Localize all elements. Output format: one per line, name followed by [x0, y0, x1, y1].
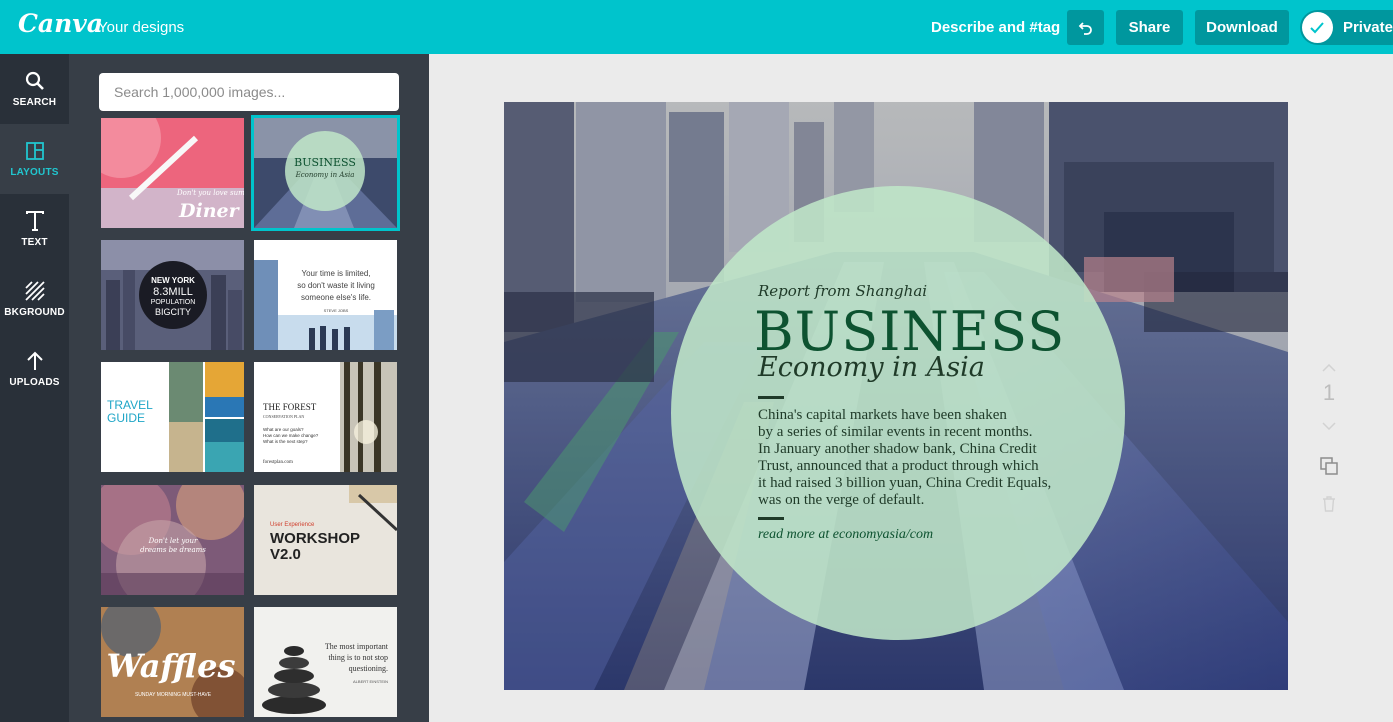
layouts-panel: Don't you love summer? Diner BUSINESS Ec…	[69, 54, 429, 722]
design-subtitle[interactable]: Economy in Asia	[758, 352, 985, 383]
design-page[interactable]: Report from Shanghai BUSINESS Economy in…	[504, 102, 1288, 690]
forest-q3: What is the next step?	[263, 439, 308, 444]
quote-l1: Your time is limited,	[301, 269, 370, 278]
design-kicker[interactable]: Report from Shanghai	[758, 282, 927, 300]
share-button[interactable]: Share	[1116, 10, 1183, 45]
move-page-down-icon[interactable]	[1319, 416, 1339, 436]
dreams-l1: Don't let your	[148, 537, 198, 545]
layout-thumb-stones[interactable]: The most important thing is to not stop …	[254, 607, 397, 717]
canvas-workspace: Report from Shanghai BUSINESS Economy in…	[429, 54, 1393, 722]
stones-l1: The most important	[325, 642, 389, 651]
describe-and-tag-link[interactable]: Describe and #tag	[931, 19, 1060, 36]
nav-search-label: SEARCH	[13, 97, 56, 108]
download-button[interactable]: Download	[1195, 10, 1289, 45]
undo-icon	[1078, 20, 1094, 36]
body-line: was on the verge of default.	[758, 492, 1078, 509]
trash-icon[interactable]	[1319, 494, 1339, 514]
layout-thumb-newyork[interactable]: NEW YORK 8.3MILL POPULATION BIGCITY	[101, 240, 244, 350]
canva-logo[interactable]: Canva	[18, 9, 103, 38]
forest-q2: How can we make change?	[263, 433, 319, 438]
newyork-l1: NEW YORK	[151, 276, 195, 285]
nav-uploads[interactable]: UPLOADS	[0, 334, 69, 404]
body-line: In January another shadow bank, China Cr…	[758, 441, 1078, 458]
waffles-title: Waffles	[107, 647, 236, 685]
forest-url: forestplan.com	[263, 460, 293, 465]
newyork-l3: POPULATION	[151, 299, 196, 306]
stones-l3: questioning.	[349, 664, 388, 673]
layout-thumb-forest[interactable]: THE FOREST CONSERVATION PLAN What are ou…	[254, 362, 397, 472]
body-line: China's capital markets have been shaken	[758, 407, 1078, 424]
nav-layouts[interactable]: LAYOUTS	[0, 124, 69, 194]
checkmark-icon	[1302, 12, 1333, 43]
newyork-l4: BIGCITY	[155, 307, 191, 317]
diner-title: Diner	[178, 200, 241, 222]
travel-l2: GUIDE	[107, 411, 145, 425]
travel-l1: TRAVEL	[107, 398, 153, 412]
waffles-sub: SUNDAY MORNING MUST-HAVE	[135, 692, 212, 698]
nav-background-label: BKGROUND	[4, 307, 65, 318]
quote-l2: so don't waste it living	[297, 281, 375, 290]
layout-thumb-diner[interactable]: Don't you love summer? Diner	[101, 118, 244, 228]
layout-thumb-business[interactable]: BUSINESS Economy in Asia	[254, 118, 397, 228]
nav-search[interactable]: SEARCH	[0, 54, 69, 124]
undo-button[interactable]	[1067, 10, 1104, 45]
layout-thumb-quote[interactable]: Your time is limited, so don't waste it …	[254, 240, 397, 350]
nav-uploads-label: UPLOADS	[9, 377, 59, 388]
your-designs-link[interactable]: Your designs	[98, 19, 184, 36]
stones-l2: thing is to not stop	[328, 653, 388, 662]
upload-arrow-icon	[26, 350, 44, 372]
side-nav: SEARCH LAYOUTS TEXT BKGROUND UPLOADS	[0, 54, 69, 722]
layouts-icon	[26, 140, 44, 162]
top-bar: Canva Your designs Describe and #tag Sha…	[0, 0, 1393, 54]
quote-l3: someone else's life.	[301, 293, 371, 302]
privacy-label: Private	[1343, 19, 1393, 36]
forest-q1: What are our goals?	[263, 427, 304, 432]
city-street-photo	[504, 102, 1288, 690]
business-thumb-sub: Economy in Asia	[295, 171, 355, 179]
page-number: 1	[1317, 380, 1341, 406]
copy-page-icon[interactable]	[1319, 456, 1339, 476]
layout-thumb-workshop[interactable]: User Experience WORKSHOP V2.0	[254, 485, 397, 595]
search-icon	[25, 70, 45, 92]
design-body[interactable]: China's capital markets have been shaken…	[758, 407, 1078, 509]
nav-layouts-label: LAYOUTS	[10, 167, 58, 178]
move-page-up-icon[interactable]	[1319, 358, 1339, 378]
stones-author: ALBERT EINSTEIN	[353, 679, 388, 684]
workshop-l2: V2.0	[270, 546, 301, 563]
workshop-sub: User Experience	[270, 522, 315, 528]
workshop-l1: WORKSHOP	[270, 530, 360, 547]
privacy-toggle[interactable]: Private	[1300, 10, 1393, 45]
image-search-input[interactable]	[99, 73, 399, 111]
body-line: it had raised 3 billion yuan, China Cred…	[758, 475, 1078, 492]
layout-thumb-travel[interactable]: TRAVEL GUIDE	[101, 362, 244, 472]
background-pattern-icon	[25, 280, 45, 302]
quote-author: STEVE JOBS	[324, 308, 349, 313]
nav-background[interactable]: BKGROUND	[0, 264, 69, 334]
diner-small-text: Don't you love summer?	[176, 189, 244, 197]
layout-thumb-waffles[interactable]: Waffles SUNDAY MORNING MUST-HAVE	[101, 607, 244, 717]
nav-text-label: TEXT	[21, 237, 47, 248]
forest-sub: CONSERVATION PLAN	[263, 414, 304, 419]
divider-bottom	[758, 517, 784, 520]
nav-text[interactable]: TEXT	[0, 194, 69, 264]
layout-thumb-dreams[interactable]: Don't let your dreams be dreams	[101, 485, 244, 595]
body-line: by a series of similar events in recent …	[758, 424, 1078, 441]
divider-top	[758, 396, 784, 399]
body-line: Trust, announced that a product through …	[758, 458, 1078, 475]
business-thumb-title: BUSINESS	[294, 156, 356, 169]
design-read-more[interactable]: read more at economyasia/com	[758, 527, 933, 543]
dreams-l2: dreams be dreams	[140, 546, 206, 554]
newyork-l2: 8.3MILL	[153, 286, 193, 298]
forest-title: THE FOREST	[263, 402, 317, 412]
text-icon	[26, 210, 44, 232]
